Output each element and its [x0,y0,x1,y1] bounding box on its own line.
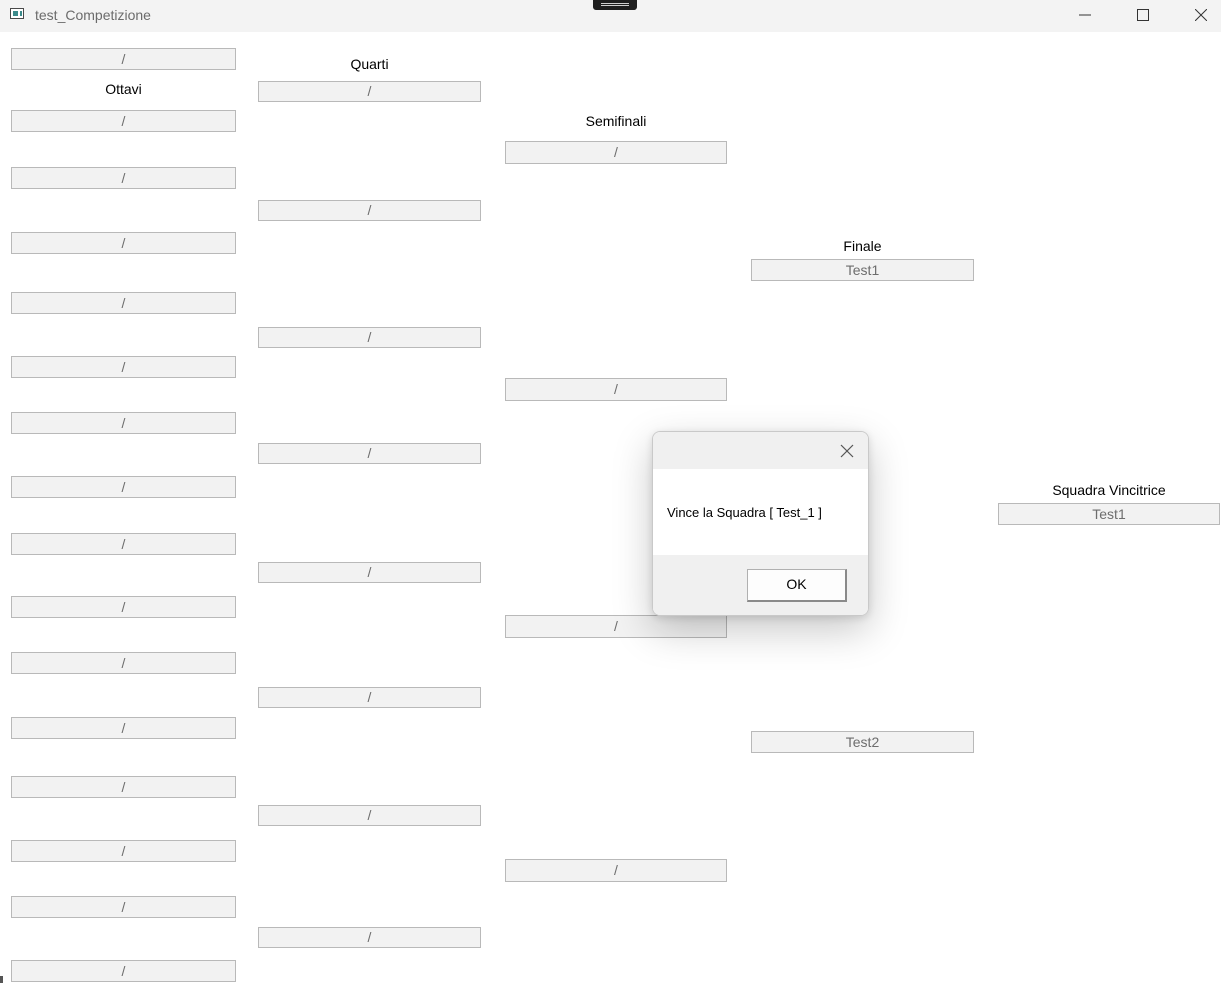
window-edge-mark [0,976,3,983]
semifinali-slot-3[interactable]: / [505,615,727,638]
semifinali-slot-2[interactable]: / [505,378,727,401]
ottavi-slot-8[interactable]: / [11,476,236,498]
finale-label: Finale [843,238,882,254]
quarti-label: Quarti [350,56,389,72]
close-icon [1195,9,1207,21]
minimize-button[interactable] [1062,0,1108,30]
finale-slot-2[interactable]: Test2 [751,731,974,753]
finale-slot-1[interactable]: Test1 [751,259,974,281]
ottavi-slot-6[interactable]: / [11,356,236,378]
semifinali-slot-4[interactable]: / [505,859,727,882]
dialog-footer: OK [653,555,868,615]
ottavi-slot-4[interactable]: / [11,232,236,254]
close-window-button[interactable] [1178,0,1221,30]
ottavi-slot-7[interactable]: / [11,412,236,434]
quarti-slot-6[interactable]: / [258,687,481,708]
title-bar[interactable]: test_Competizione [0,0,1221,32]
quarti-slot-1[interactable]: / [258,81,481,102]
ottavi-slot-15[interactable]: / [11,896,236,918]
quarti-slot-2[interactable]: / [258,200,481,221]
window-title: test_Competizione [35,7,151,23]
app-window-icon [10,8,24,19]
dialog-message: Vince la Squadra [ Test_1 ] [667,505,822,520]
quarti-slot-5[interactable]: / [258,562,481,583]
ottavi-slot-9[interactable]: / [11,533,236,555]
maximize-icon [1137,9,1149,21]
ottavi-slot-2[interactable]: / [11,110,236,132]
ottavi-slot-10[interactable]: / [11,596,236,618]
ok-button[interactable]: OK [747,569,847,602]
ottavi-slot-16[interactable]: / [11,960,236,982]
dialog-header[interactable] [653,432,868,469]
vincitrice-slot[interactable]: Test1 [998,503,1220,525]
ottavi-slot-5[interactable]: / [11,292,236,314]
main-window: test_Competizione Ottavi Quarti Semifina… [0,0,1221,983]
ottavi-slot-1[interactable]: / [11,48,236,70]
maximize-button[interactable] [1120,0,1166,30]
dialog-close-button[interactable] [839,443,855,459]
ottavi-slot-3[interactable]: / [11,167,236,189]
minimize-icon [1079,14,1091,16]
vincitrice-label: Squadra Vincitrice [1052,482,1166,498]
semifinali-label: Semifinali [585,113,647,129]
ottavi-slot-12[interactable]: / [11,717,236,739]
semifinali-slot-1[interactable]: / [505,141,727,164]
quarti-slot-7[interactable]: / [258,805,481,826]
message-dialog: Vince la Squadra [ Test_1 ] OK [652,431,869,616]
ottavi-slot-14[interactable]: / [11,840,236,862]
dialog-body: Vince la Squadra [ Test_1 ] [653,469,868,555]
ottavi-slot-11[interactable]: / [11,652,236,674]
ottavi-label: Ottavi [105,81,142,97]
ottavi-slot-13[interactable]: / [11,776,236,798]
quarti-slot-4[interactable]: / [258,443,481,464]
snap-layout-handle[interactable] [593,0,637,10]
quarti-slot-3[interactable]: / [258,327,481,348]
quarti-slot-8[interactable]: / [258,927,481,948]
close-icon [840,444,854,458]
